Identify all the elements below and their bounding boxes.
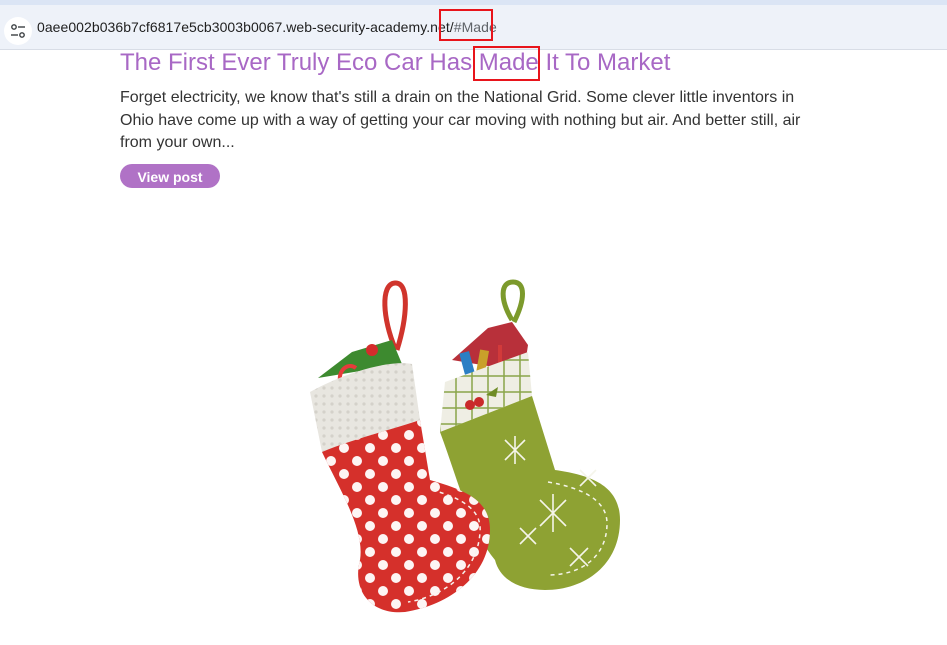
site-info-button[interactable] [4, 17, 32, 45]
url-text[interactable]: 0aee002b036b7cf6817e5cb3003b0067.web-sec… [37, 19, 497, 35]
view-post-button[interactable]: View post [120, 164, 220, 188]
tune-icon [11, 24, 25, 38]
christmas-stockings-image [310, 279, 620, 613]
post-title[interactable]: The First Ever Truly Eco Car Has Made It… [120, 49, 670, 77]
url-fragment-highlight [439, 9, 493, 41]
post-excerpt: Forget electricity, we know that's still… [120, 89, 801, 151]
title-word-highlight [473, 46, 540, 81]
url-base: 0aee002b036b7cf6817e5cb3003b0067.web-sec… [37, 19, 454, 35]
